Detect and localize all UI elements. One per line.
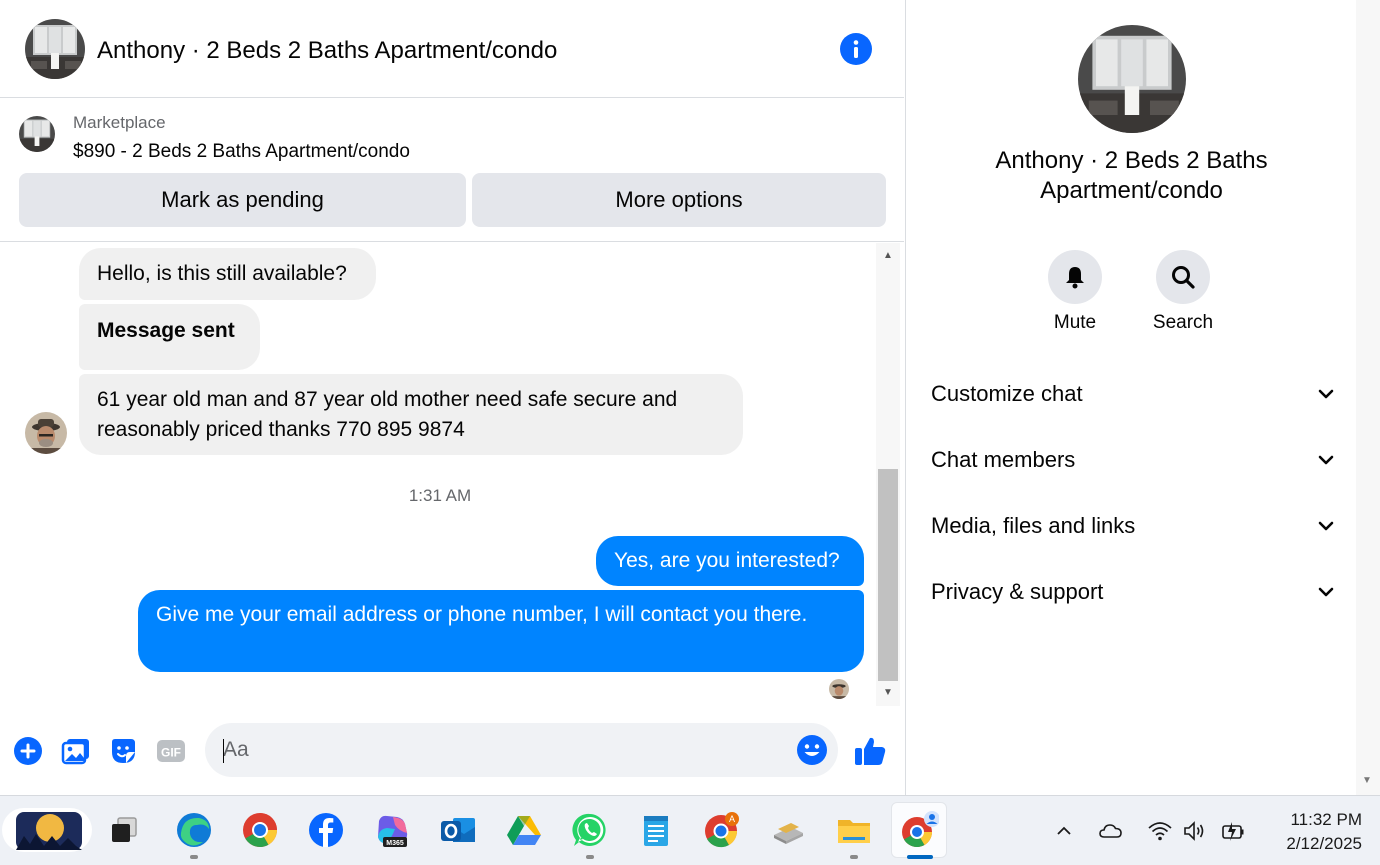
- mark-as-pending-button[interactable]: Mark as pending: [19, 173, 466, 227]
- incoming-message[interactable]: 61 year old man and 87 year old mother n…: [79, 374, 743, 455]
- volume-icon[interactable]: [1182, 818, 1208, 844]
- chevron-up-icon: [1057, 826, 1071, 835]
- bell-icon: [1066, 267, 1084, 289]
- search-in-conversation-button[interactable]: [1156, 250, 1210, 304]
- search-label: Search: [1152, 312, 1214, 333]
- customize-chat-section[interactable]: Customize chat: [931, 374, 1336, 414]
- clock-time: 11:32 PM: [1290, 810, 1362, 829]
- running-indicator: [850, 855, 858, 859]
- scroll-down-arrow-icon[interactable]: ▼: [882, 686, 894, 698]
- running-indicator: [586, 855, 594, 859]
- incoming-message[interactable]: Hello, is this still available?: [79, 248, 376, 300]
- more-options-button[interactable]: More options: [472, 173, 886, 227]
- message-list[interactable]: Hello, is this still available? Message …: [0, 243, 876, 706]
- seen-indicator-avatar: [829, 679, 849, 699]
- chevron-down-icon: [1318, 455, 1334, 465]
- task-view-icon[interactable]: [104, 810, 144, 850]
- mute-label: Mute: [1053, 312, 1097, 333]
- chat-window: Anthony · 2 Beds 2 Baths Apartment/condo…: [0, 0, 904, 795]
- text-caret: [223, 739, 224, 763]
- running-indicator: [190, 855, 198, 859]
- onedrive-tray-icon[interactable]: [1098, 818, 1124, 844]
- panel-avatar[interactable]: [1078, 25, 1186, 133]
- attach-photo-button[interactable]: [61, 736, 91, 766]
- plus-circle-icon: [14, 737, 42, 765]
- thumbs-up-icon: [855, 737, 886, 765]
- outgoing-message[interactable]: Give me your email address or phone numb…: [138, 590, 864, 672]
- chevron-down-icon: [1318, 521, 1334, 531]
- smiley-face-icon: [797, 735, 827, 765]
- privacy-support-section[interactable]: Privacy & support: [931, 572, 1336, 612]
- emoji-button[interactable]: [796, 734, 828, 766]
- svg-text:GIF: GIF: [161, 746, 181, 760]
- marketplace-label: Marketplace: [73, 113, 166, 132]
- chrome-active-profile-icon[interactable]: [899, 810, 939, 850]
- active-indicator: [907, 855, 933, 859]
- message-input-container: [205, 723, 838, 777]
- section-label: Customize chat: [931, 381, 1083, 406]
- mute-action[interactable]: Mute: [1035, 250, 1115, 334]
- listing-title[interactable]: $890 - 2 Beds 2 Baths Apartment/condo: [73, 141, 410, 163]
- conversation-avatar[interactable]: [25, 19, 85, 79]
- weather-widget[interactable]: [2, 806, 92, 854]
- sticker-button[interactable]: [108, 736, 138, 766]
- more-actions-button[interactable]: [13, 736, 43, 766]
- weather-moon-icon: [2, 808, 92, 852]
- chevron-down-icon: [1318, 389, 1334, 399]
- wifi-icon[interactable]: [1147, 818, 1173, 844]
- page-scrollbar[interactable]: ▼: [1356, 0, 1380, 795]
- system-clock[interactable]: 11:32 PM 2/12/2025: [1262, 808, 1362, 856]
- svg-text:M365: M365: [386, 840, 404, 847]
- mute-button[interactable]: [1048, 250, 1102, 304]
- scroll-up-arrow-icon[interactable]: ▲: [882, 249, 894, 261]
- windows-taskbar: M365 A 11:32 PM 2/12/2025: [0, 795, 1380, 865]
- media-files-links-section[interactable]: Media, files and links: [931, 506, 1336, 546]
- battery-charging-icon[interactable]: [1220, 818, 1246, 844]
- chat-members-section[interactable]: Chat members: [931, 440, 1336, 480]
- chat-header: Anthony · 2 Beds 2 Baths Apartment/condo: [0, 0, 904, 98]
- svg-text:A: A: [729, 814, 735, 824]
- search-action[interactable]: Search: [1143, 250, 1223, 334]
- conversation-info-button[interactable]: [840, 33, 872, 65]
- file-explorer-icon[interactable]: [834, 810, 874, 850]
- chrome-browser-icon[interactable]: [240, 810, 280, 850]
- incoming-message[interactable]: Message sent: [79, 304, 260, 370]
- microsoft-365-copilot-icon[interactable]: M365: [372, 810, 412, 850]
- scrollbar-thumb[interactable]: [878, 469, 898, 681]
- clock-date: 2/12/2025: [1286, 834, 1362, 853]
- conversation-title: Anthony · 2 Beds 2 Baths Apartment/condo: [97, 37, 558, 64]
- outgoing-message[interactable]: Yes, are you interested?: [596, 536, 864, 586]
- gif-button[interactable]: GIF: [156, 736, 186, 766]
- listing-thumbnail[interactable]: [19, 116, 55, 152]
- send-like-button[interactable]: [852, 733, 888, 769]
- message-composer: GIF: [0, 706, 904, 795]
- notepad-icon[interactable]: [636, 810, 676, 850]
- message-timestamp: 1:31 AM: [408, 486, 472, 505]
- section-label: Media, files and links: [931, 513, 1136, 538]
- whatsapp-icon[interactable]: [570, 810, 610, 850]
- edge-browser-icon[interactable]: [174, 810, 214, 850]
- conversation-details-panel: Anthony · 2 Beds 2 Baths Apartment/condo…: [905, 0, 1356, 795]
- chrome-profile-icon[interactable]: A: [702, 810, 742, 850]
- chevron-down-icon: [1318, 587, 1334, 597]
- panel-title: Anthony · 2 Beds 2 Baths Apartment/condo: [995, 147, 1268, 204]
- show-hidden-icons-button[interactable]: [1051, 818, 1077, 844]
- section-label: Chat members: [931, 447, 1076, 472]
- message-input[interactable]: [223, 723, 783, 777]
- section-label: Privacy & support: [931, 579, 1104, 604]
- google-drive-icon[interactable]: [504, 810, 544, 850]
- facebook-icon[interactable]: [306, 810, 346, 850]
- search-icon: [1172, 266, 1195, 289]
- sender-avatar[interactable]: [25, 412, 67, 454]
- sticker-icon: [112, 739, 135, 763]
- photo-gallery-icon: [61, 739, 89, 765]
- app-shortcut-icon[interactable]: [768, 810, 808, 850]
- gif-icon: GIF: [157, 740, 185, 762]
- message-scrollbar[interactable]: ▲ ▼: [876, 243, 900, 706]
- marketplace-banner: Marketplace $890 - 2 Beds 2 Baths Apartm…: [0, 99, 904, 242]
- scroll-down-arrow-icon[interactable]: ▼: [1362, 775, 1372, 786]
- outlook-icon[interactable]: [438, 810, 478, 850]
- info-icon: [853, 40, 859, 58]
